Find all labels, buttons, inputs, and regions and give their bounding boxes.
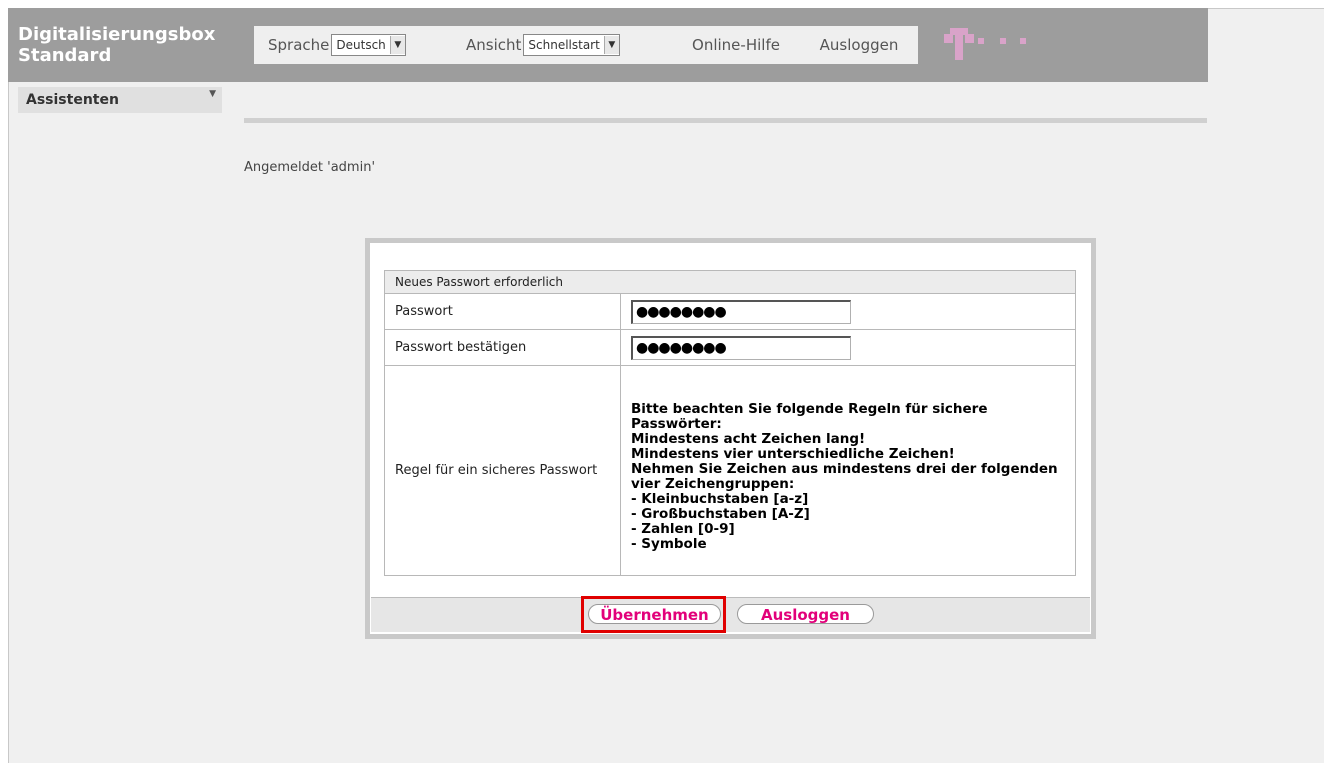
view-dropdown[interactable]: Schnellstart ▼ xyxy=(523,34,620,56)
table-row: Neues Passwort erforderlich xyxy=(384,270,1076,294)
password-form-table: Neues Passwort erforderlich Passwort ●●●… xyxy=(384,270,1076,576)
help-link[interactable]: Online-Hilfe xyxy=(672,26,800,64)
language-selector: Sprache Deutsch ▼ xyxy=(254,26,452,64)
sidebar-item-label: Assistenten xyxy=(26,92,119,108)
chevron-down-icon: ▼ xyxy=(389,36,405,54)
rule-line: Mindestens vier unterschiedliche Zeichen… xyxy=(631,445,955,462)
app-title: Digitalisierungsbox Standard xyxy=(18,24,215,66)
table-row: Regel für ein sicheres Passwort Bitte be… xyxy=(384,365,1076,576)
table-row: Passwort bestätigen ●●●●●●●● xyxy=(384,329,1076,366)
chevron-down-icon: ▼ xyxy=(603,36,619,54)
language-label: Sprache xyxy=(268,36,330,54)
confirm-password-field[interactable]: ●●●●●●●● xyxy=(631,335,851,360)
highlight-box xyxy=(581,596,726,633)
password-rules: Bitte beachten Sie folgende Regeln für s… xyxy=(620,365,1076,576)
password-field[interactable]: ●●●●●●●● xyxy=(631,299,851,324)
rule-line: Bitte beachten Sie folgende Regeln für s… xyxy=(631,400,988,432)
language-value: Deutsch xyxy=(336,38,386,52)
table-row: Passwort ●●●●●●●● xyxy=(384,293,1076,330)
confirm-password-cell: ●●●●●●●● xyxy=(620,329,1076,366)
rule-line: - Zahlen [0-9] xyxy=(631,520,735,537)
dialog-logout-button[interactable]: Ausloggen xyxy=(737,604,874,624)
rule-line: Nehmen Sie Zeichen aus mindestens drei d… xyxy=(631,460,1058,492)
divider xyxy=(244,118,1207,123)
header-bar: Digitalisierungsbox Standard Sprache Deu… xyxy=(8,8,1208,82)
view-value: Schnellstart xyxy=(528,38,600,52)
rule-line: - Großbuchstaben [A-Z] xyxy=(631,505,810,522)
password-label: Passwort xyxy=(384,293,621,330)
rule-label: Regel für ein sicheres Passwort xyxy=(384,365,621,576)
language-dropdown[interactable]: Deutsch ▼ xyxy=(331,34,406,56)
rule-line: - Kleinbuchstaben [a-z] xyxy=(631,490,809,507)
confirm-password-label: Passwort bestätigen xyxy=(384,329,621,366)
telekom-logo-icon xyxy=(944,28,1026,60)
view-selector: Ansicht Schnellstart ▼ xyxy=(452,26,672,64)
view-label: Ansicht xyxy=(466,36,522,54)
app-title-line1: Digitalisierungsbox xyxy=(18,24,216,45)
chevron-down-icon: ▼ xyxy=(209,89,216,99)
sidebar-item-assistenten[interactable]: Assistenten ▼ xyxy=(18,87,222,113)
header-logout-link[interactable]: Ausloggen xyxy=(800,26,918,64)
button-bar xyxy=(371,597,1090,632)
logged-in-status: Angemeldet 'admin' xyxy=(244,160,376,175)
password-cell: ●●●●●●●● xyxy=(620,293,1076,330)
app-title-line2: Standard xyxy=(18,45,112,66)
dialog-caption: Neues Passwort erforderlich xyxy=(384,270,1076,294)
rule-line: Mindestens acht Zeichen lang! xyxy=(631,430,866,447)
rule-line: - Symbole xyxy=(631,535,707,552)
